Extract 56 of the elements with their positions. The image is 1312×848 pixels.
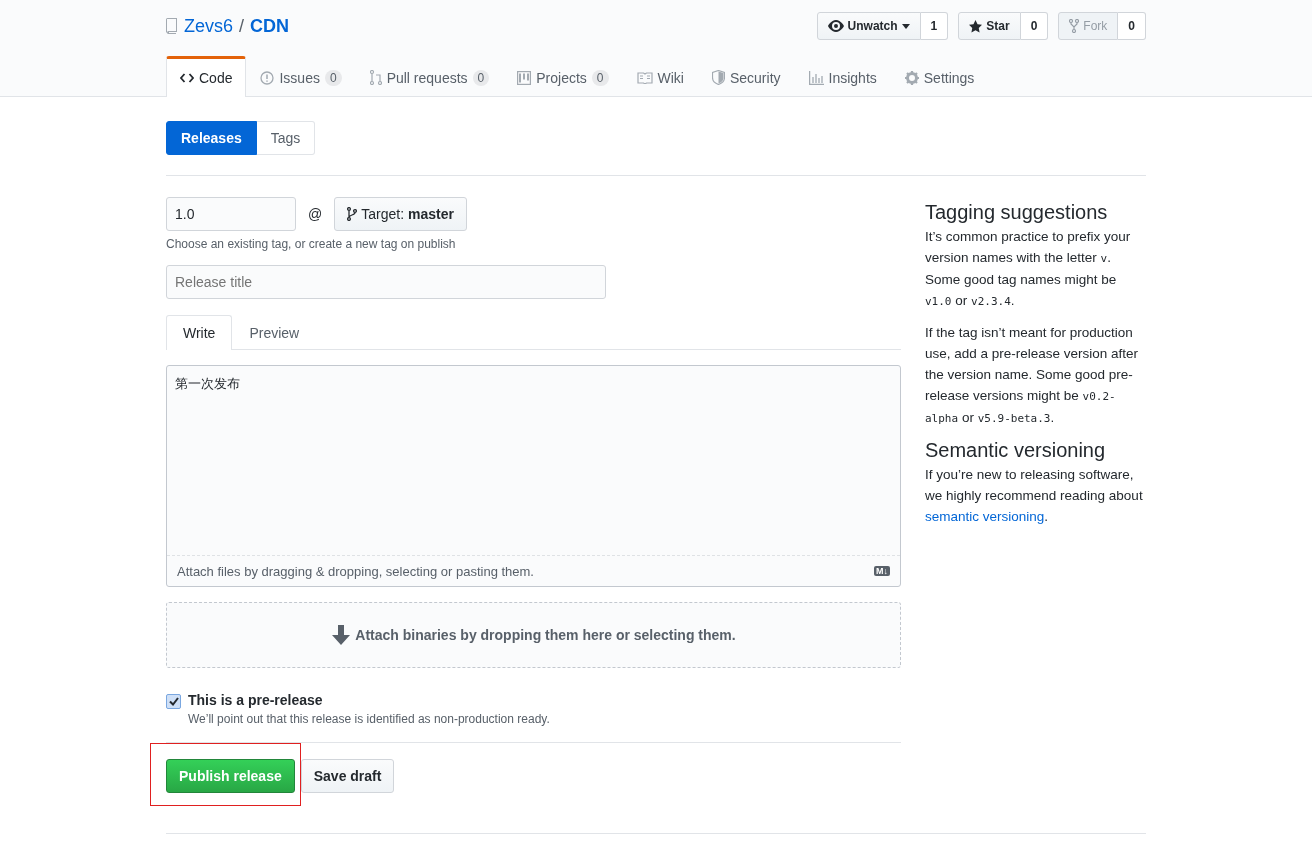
- nav-tab[interactable]: Wiki: [622, 56, 698, 96]
- release-title-input[interactable]: Release title: [166, 265, 606, 299]
- subnav-tab[interactable]: Tags: [256, 121, 316, 155]
- issue-icon: [260, 70, 275, 85]
- sidebar-paragraph: If the tag isn’t meant for production use, add a pre-release version after the version name. Some good pre-release versions might be v0.2-alpha or v5.9-beta.3.: [925, 324, 1140, 427]
- sidebar-paragraph: If you’re new to releasing software, we highly recommend reading about semantic versioning.: [925, 466, 1144, 526]
- nav-tab[interactable]: Insights: [794, 56, 891, 96]
- tag-input[interactable]: 1.0: [166, 197, 296, 231]
- tag-hint: Choose an existing tag, or create a new tag on publish: [166, 237, 457, 251]
- counter-badge: 0: [472, 69, 490, 86]
- save-draft-button[interactable]: Save draft: [300, 759, 395, 793]
- sidebar-heading: Tagging suggestions: [925, 201, 1109, 224]
- binaries-dropzone[interactable]: Attach binaries by dropping them here or selecting them.: [166, 602, 901, 668]
- down-arrow-icon: [331, 625, 352, 645]
- star-button[interactable]: Star: [958, 12, 1021, 40]
- editor-tab[interactable]: Preview: [232, 315, 317, 350]
- nav-tab[interactable]: Pull requests 0: [355, 56, 504, 96]
- prerelease-checkbox[interactable]: [166, 694, 181, 709]
- project-board-icon: [517, 70, 532, 85]
- pull-request-icon: [369, 70, 382, 85]
- caret-icon: [901, 23, 910, 29]
- prerelease-label: This is a pre-release: [188, 692, 324, 708]
- nav-tab[interactable]: Code: [166, 56, 247, 97]
- description-textarea[interactable]: 第一次发布: [167, 366, 900, 555]
- target-branch-button[interactable]: Target: master: [334, 197, 467, 231]
- shield-icon: [711, 70, 725, 85]
- eye-icon: [827, 20, 844, 32]
- counter-badge: 0: [591, 69, 609, 86]
- attach-files-text: Attach files by dragging & dropping, selecting or pasting them.: [177, 563, 534, 579]
- repo-name-link[interactable]: CDN: [250, 15, 290, 37]
- star-icon: [969, 19, 983, 33]
- fork-icon: [1069, 19, 1080, 33]
- owner-link[interactable]: Zevs6: [184, 15, 234, 37]
- branch-icon: [347, 207, 358, 221]
- attach-binaries-text: Attach binaries by dropping them here or selecting them.: [355, 627, 736, 643]
- subnav-tab[interactable]: Releases: [166, 121, 257, 155]
- code-icon: [180, 73, 194, 83]
- markdown-badge: M↓: [874, 566, 890, 576]
- book-icon: [166, 18, 178, 34]
- nav-tab[interactable]: Projects 0: [503, 56, 623, 96]
- sidebar-paragraph: It’s common practice to prefix your version names with the letter v. Some good tag names might be v1.0 or v2.3.4.: [925, 228, 1132, 310]
- nav-tab[interactable]: Settings: [890, 56, 989, 96]
- nav-tab[interactable]: Issues 0: [246, 56, 356, 96]
- nav-tab[interactable]: Security: [697, 56, 795, 96]
- count-link[interactable]: 1: [920, 12, 949, 40]
- settings-icon: [904, 70, 919, 85]
- book-icon: [636, 71, 653, 84]
- bar-graph-icon: [808, 70, 824, 85]
- editor-tab[interactable]: Write: [166, 315, 233, 350]
- sidebar-heading: Semantic versioning: [925, 439, 1107, 462]
- at-sign: @: [308, 206, 323, 222]
- count-link[interactable]: 0: [1020, 12, 1049, 40]
- path-separator: /: [239, 15, 245, 37]
- watch-button[interactable]: Unwatch: [816, 12, 921, 40]
- prerelease-note: We’ll point out that this release is identified as non-production ready.: [188, 712, 550, 726]
- counter-badge: 0: [324, 69, 342, 86]
